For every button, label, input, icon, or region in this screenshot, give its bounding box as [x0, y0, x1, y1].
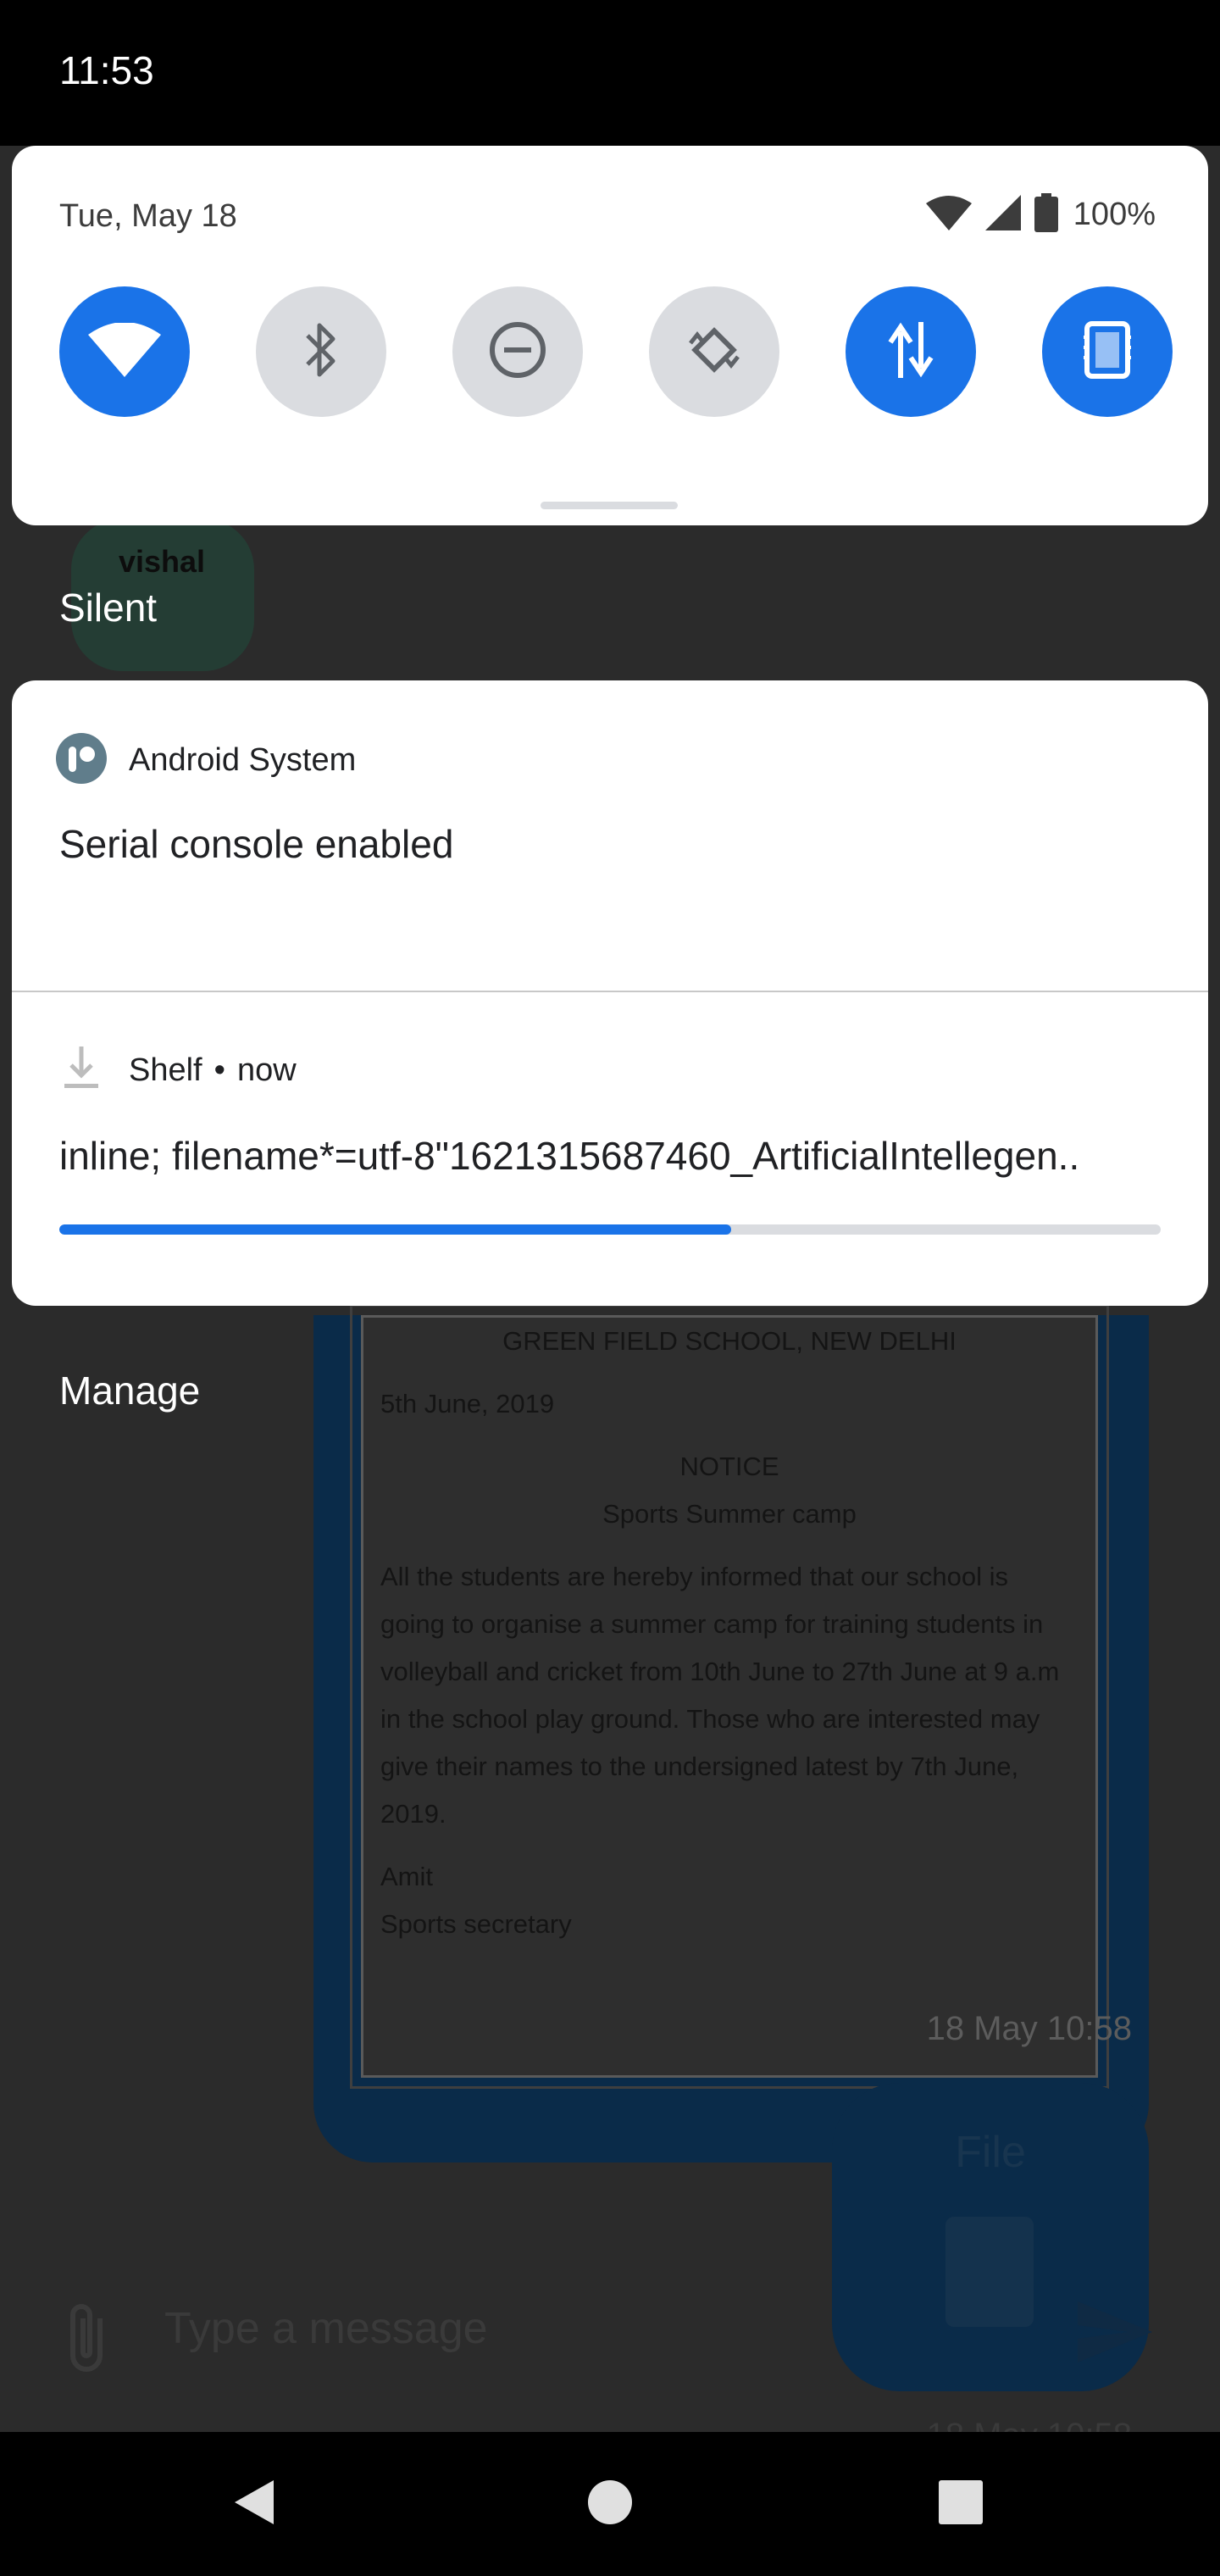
qs-drag-handle[interactable] [541, 502, 678, 509]
mobile-data-tile[interactable] [846, 286, 976, 417]
message-input: Type a message [164, 2304, 488, 2353]
notification-divider [12, 991, 1208, 992]
attach-icon [63, 2298, 117, 2384]
home-button[interactable] [542, 2432, 678, 2576]
back-icon [233, 2479, 275, 2530]
download-progress-fill [59, 1224, 731, 1235]
auto-rotate-icon [682, 318, 746, 386]
document-body: All the students are hereby informed tha… [380, 1562, 1060, 1829]
auto-rotate-tile[interactable] [649, 286, 779, 417]
download-icon [56, 1043, 107, 1098]
file-download-icon [946, 2217, 1034, 2327]
battery-saver-icon [1084, 320, 1131, 384]
wifi-signal-icon [925, 195, 972, 235]
back-button[interactable] [186, 2432, 322, 2576]
bluetooth-icon [304, 320, 338, 384]
recents-button[interactable] [893, 2432, 1029, 2576]
file-label: File [955, 2128, 1026, 2177]
wifi-icon [88, 321, 161, 381]
download-progress-bar [59, 1224, 1161, 1235]
document-signer-title: Sports secretary [380, 1909, 572, 1939]
status-bar: 11:53 [0, 0, 1220, 146]
message-timestamp: 18 May 10:58 [926, 2010, 1132, 2047]
battery-icon [1034, 193, 1058, 236]
silent-section-label: Silent [59, 586, 158, 630]
notification-app-name: Android System [129, 742, 357, 778]
dnd-tile[interactable] [452, 286, 583, 417]
qs-status-icons: 100% [925, 193, 1156, 236]
bluetooth-tile[interactable] [256, 286, 386, 417]
quick-settings-panel: Tue, May 18 100% [12, 146, 1208, 525]
notification-app-name: Shelf [129, 1052, 202, 1088]
wifi-tile[interactable] [59, 286, 190, 417]
notification-text[interactable]: inline; filename*=utf-8"1621315687460_Ar… [59, 1133, 1079, 1179]
document-subtitle: Sports Summer camp [602, 1499, 857, 1529]
mobile-data-icon [887, 321, 934, 382]
cell-signal-icon [984, 193, 1023, 236]
battery-saver-tile[interactable] [1042, 286, 1173, 417]
home-icon [587, 2479, 633, 2529]
android-system-icon [56, 733, 107, 788]
send-icon [1074, 2298, 1156, 2370]
message-timestamp-2: 18 May 10:58 [927, 2417, 1132, 2432]
qs-date[interactable]: Tue, May 18 [59, 198, 237, 235]
document-heading: GREEN FIELD SCHOOL, NEW DELHI [502, 1326, 957, 1356]
document-signer: Amit [380, 1862, 433, 1891]
notification-shelf-header: Shelf • now [56, 1043, 297, 1098]
document-preview: GREEN FIELD SCHOOL, NEW DELHI 5th June, … [350, 1304, 1109, 2089]
do-not-disturb-icon [487, 319, 548, 385]
document-title: NOTICE [679, 1452, 779, 1481]
qs-tiles [59, 286, 1173, 417]
navigation-bar [0, 2432, 1220, 2576]
notification-separator: • [214, 1052, 225, 1088]
manage-button[interactable]: Manage [59, 1368, 200, 1413]
battery-percent: 100% [1073, 197, 1156, 232]
notification-android-system-header: Android System [56, 733, 356, 788]
notification-card: Android System Serial console enabled Sh… [12, 680, 1208, 1306]
document-date: 5th June, 2019 [380, 1389, 555, 1418]
recents-icon [938, 2479, 984, 2529]
notification-text[interactable]: Serial console enabled [59, 821, 453, 867]
clock: 11:53 [59, 48, 154, 92]
notification-time: now [236, 1052, 297, 1088]
contact-name: vishal [119, 544, 206, 579]
